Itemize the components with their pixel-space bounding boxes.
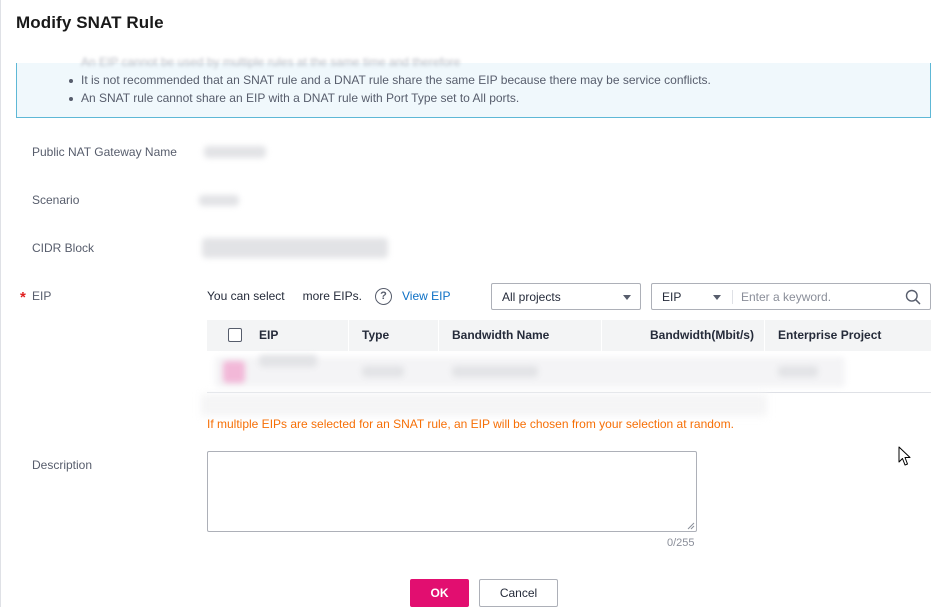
table-pagination-redacted: [201, 394, 767, 416]
eip-table: EIP Type Bandwidth Name Bandwidth(Mbit/s…: [207, 320, 931, 393]
chevron-down-icon[interactable]: [713, 295, 721, 300]
column-header-bandwidth-name[interactable]: Bandwidth Name: [452, 328, 549, 342]
gateway-name-value-redacted: [204, 146, 266, 158]
column-divider: [764, 320, 765, 351]
select-all-checkbox[interactable]: [228, 328, 242, 342]
help-circle-icon[interactable]: ?: [375, 288, 392, 305]
notice-item: An SNAT rule cannot share an EIP with a …: [69, 89, 711, 107]
description-label: Description: [32, 458, 93, 472]
row-eip-redacted: [259, 355, 317, 367]
notice-list: An EIP cannot be used by multiple rules …: [69, 53, 711, 107]
cidr-block-value-redacted: [202, 238, 388, 258]
column-header-enterprise-project[interactable]: Enterprise Project: [778, 328, 881, 342]
project-select[interactable]: All projects: [491, 283, 641, 310]
notice-item-cutoff: An EIP cannot be used by multiple rules …: [81, 53, 711, 71]
row-bandwidth-name-redacted: [452, 366, 538, 377]
eip-selection-tip: You can select more EIPs.: [207, 289, 362, 303]
eip-tip-suffix: more EIPs.: [302, 289, 362, 303]
column-header-bandwidth[interactable]: Bandwidth(Mbit/s): [650, 328, 754, 342]
column-divider: [438, 320, 439, 351]
modify-snat-rule-dialog: Modify SNAT Rule An EIP cannot be used b…: [0, 0, 934, 607]
random-selection-warning: If multiple EIPs are selected for an SNA…: [207, 417, 734, 431]
table-row[interactable]: [207, 351, 931, 393]
chevron-down-icon: [623, 295, 631, 300]
search-type-select[interactable]: EIP: [662, 290, 681, 304]
gateway-name-label: Public NAT Gateway Name: [32, 145, 177, 159]
notice-panel: An EIP cannot be used by multiple rules …: [16, 55, 931, 118]
table-header: EIP Type Bandwidth Name Bandwidth(Mbit/s…: [207, 320, 931, 351]
cancel-button[interactable]: Cancel: [479, 579, 558, 607]
column-header-type[interactable]: Type: [362, 328, 389, 342]
row-project-redacted: [778, 366, 818, 377]
eip-search-group: EIP: [651, 283, 931, 310]
column-divider: [601, 320, 602, 351]
dialog-title: Modify SNAT Rule: [16, 13, 164, 32]
description-textarea[interactable]: [207, 451, 697, 532]
mouse-pointer-icon: [898, 446, 911, 466]
notice-item: It is not recommended that an SNAT rule …: [69, 73, 711, 87]
search-input[interactable]: [741, 287, 901, 306]
scenario-value-redacted: [199, 195, 239, 206]
scenario-label: Scenario: [32, 193, 80, 207]
column-header-eip[interactable]: EIP: [259, 328, 278, 342]
cidr-block-label: CIDR Block: [32, 241, 95, 255]
required-mark: *: [20, 289, 26, 306]
view-eip-link[interactable]: View EIP: [402, 289, 450, 303]
eip-label: EIP: [32, 289, 52, 303]
resize-grip-icon[interactable]: [687, 522, 695, 530]
eip-tip-prefix: You can select: [207, 289, 285, 303]
column-divider: [348, 320, 349, 351]
project-select-value: All projects: [502, 290, 561, 304]
row-type-redacted: [362, 366, 404, 377]
row-checkbox-redacted[interactable]: [223, 361, 245, 383]
search-divider: [732, 290, 733, 304]
search-icon[interactable]: [905, 289, 921, 305]
ok-button[interactable]: OK: [410, 579, 469, 607]
description-char-counter: 0/255: [667, 537, 695, 549]
